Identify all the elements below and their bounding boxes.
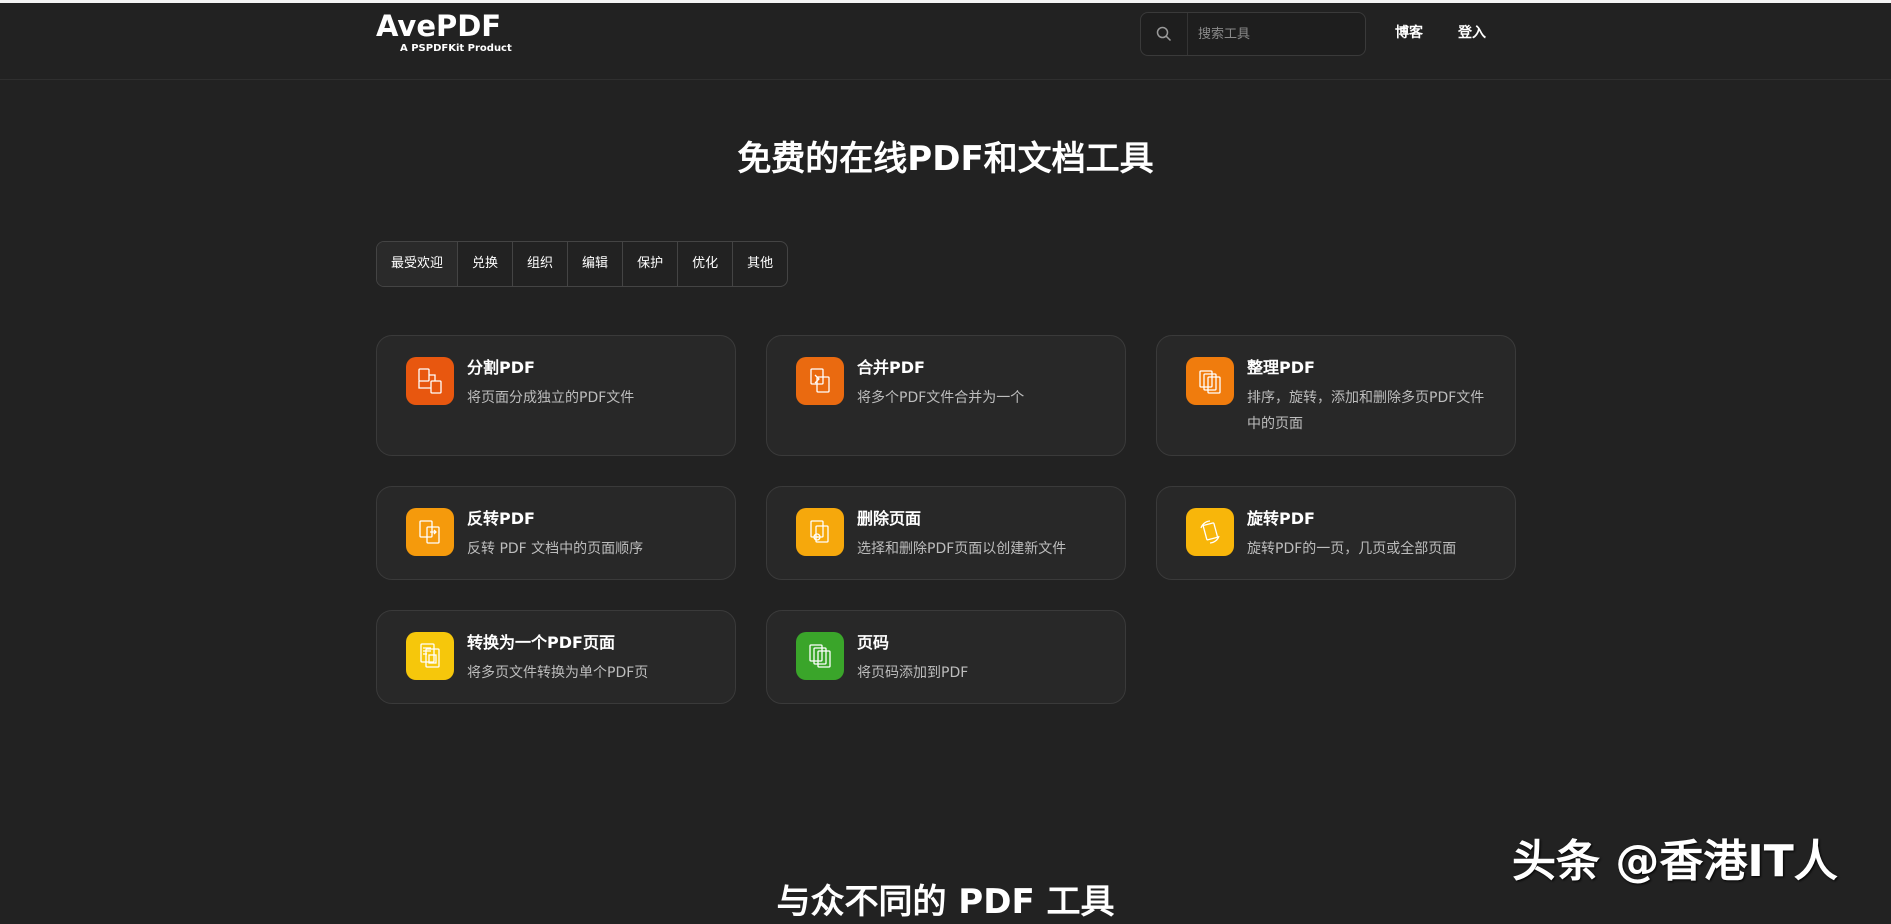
tab-edit[interactable]: 编辑 (568, 242, 624, 286)
category-tabs: 最受欢迎 兑换 组织 编辑 保护 优化 其他 (376, 241, 789, 287)
page-numbers-icon (796, 632, 844, 680)
tool-card-merge-pdf[interactable]: 合并PDF 将多个PDF文件合并为一个 (766, 335, 1126, 456)
card-title: 整理PDF (1247, 358, 1315, 377)
tool-card-rotate-pdf[interactable]: 旋转PDF 旋转PDF的一页，几页或全部页面 (1156, 486, 1516, 580)
nav-blog-link[interactable]: 博客 (1395, 23, 1423, 43)
tool-card-delete-pages[interactable]: 删除页面 选择和删除PDF页面以创建新文件 (766, 486, 1126, 580)
tab-convert[interactable]: 兑换 (458, 242, 514, 286)
tool-card-organize-pdf[interactable]: 整理PDF 排序，旋转，添加和删除多页PDF文件中的页面 (1156, 335, 1516, 456)
search-input[interactable] (1188, 13, 1364, 55)
split-pdf-icon (406, 357, 454, 405)
merge-pdf-icon (796, 357, 844, 405)
card-description: 排序，旋转，添加和删除多页PDF文件中的页面 (1247, 390, 1485, 432)
card-description: 反转 PDF 文档中的页面顺序 (467, 541, 644, 557)
search-icon[interactable] (1141, 13, 1188, 55)
rotate-pdf-icon (1186, 508, 1234, 556)
logo-tagline: A PSPDFKit Product (400, 43, 512, 54)
card-title: 删除页面 (857, 509, 922, 528)
card-title: 合并PDF (857, 358, 925, 377)
reverse-pdf-icon (406, 508, 454, 556)
page-title: 免费的在线PDF和文档工具 (737, 139, 1154, 179)
site-header: AvePDF A PSPDFKit Product 博客 登入 (0, 3, 1891, 80)
tool-card-reverse-pdf[interactable]: 反转PDF 反转 PDF 文档中的页面顺序 (376, 486, 736, 580)
search-box (1140, 12, 1366, 56)
card-title: 页码 (857, 633, 890, 652)
card-description: 将多页文件转换为单个PDF页 (467, 665, 649, 681)
card-title: 转换为一个PDF页面 (467, 633, 615, 652)
organize-pdf-icon (1186, 357, 1234, 405)
delete-pages-icon (796, 508, 844, 556)
tool-card-split-pdf[interactable]: 分割PDF 将页面分成独立的PDF文件 (376, 335, 736, 456)
card-title: 旋转PDF (1247, 509, 1315, 528)
one-page-pdf-icon (406, 632, 454, 680)
logo-wordmark: AvePDF (376, 9, 502, 43)
tool-card-page-numbers[interactable]: 页码 将页码添加到PDF (766, 610, 1126, 704)
tab-organize[interactable]: 组织 (513, 242, 569, 286)
tab-popular[interactable]: 最受欢迎 (377, 242, 459, 286)
tab-protect[interactable]: 保护 (623, 242, 679, 286)
card-title: 反转PDF (467, 509, 535, 528)
tab-optimize[interactable]: 优化 (678, 242, 734, 286)
card-title: 分割PDF (467, 358, 535, 377)
card-description: 将页面分成独立的PDF文件 (467, 390, 635, 406)
card-description: 选择和删除PDF页面以创建新文件 (857, 541, 1067, 557)
tab-other[interactable]: 其他 (733, 242, 787, 286)
card-description: 将页码添加到PDF (857, 665, 969, 681)
watermark: 头条 @香港IT人 (1512, 836, 1838, 887)
logo[interactable]: AvePDF A PSPDFKit Product (376, 11, 516, 57)
card-description: 旋转PDF的一页，几页或全部页面 (1247, 541, 1457, 557)
nav-login-link[interactable]: 登入 (1458, 23, 1486, 43)
tool-card-one-page-pdf[interactable]: 转换为一个PDF页面 将多页文件转换为单个PDF页 (376, 610, 736, 704)
card-description: 将多个PDF文件合并为一个 (857, 390, 1025, 406)
